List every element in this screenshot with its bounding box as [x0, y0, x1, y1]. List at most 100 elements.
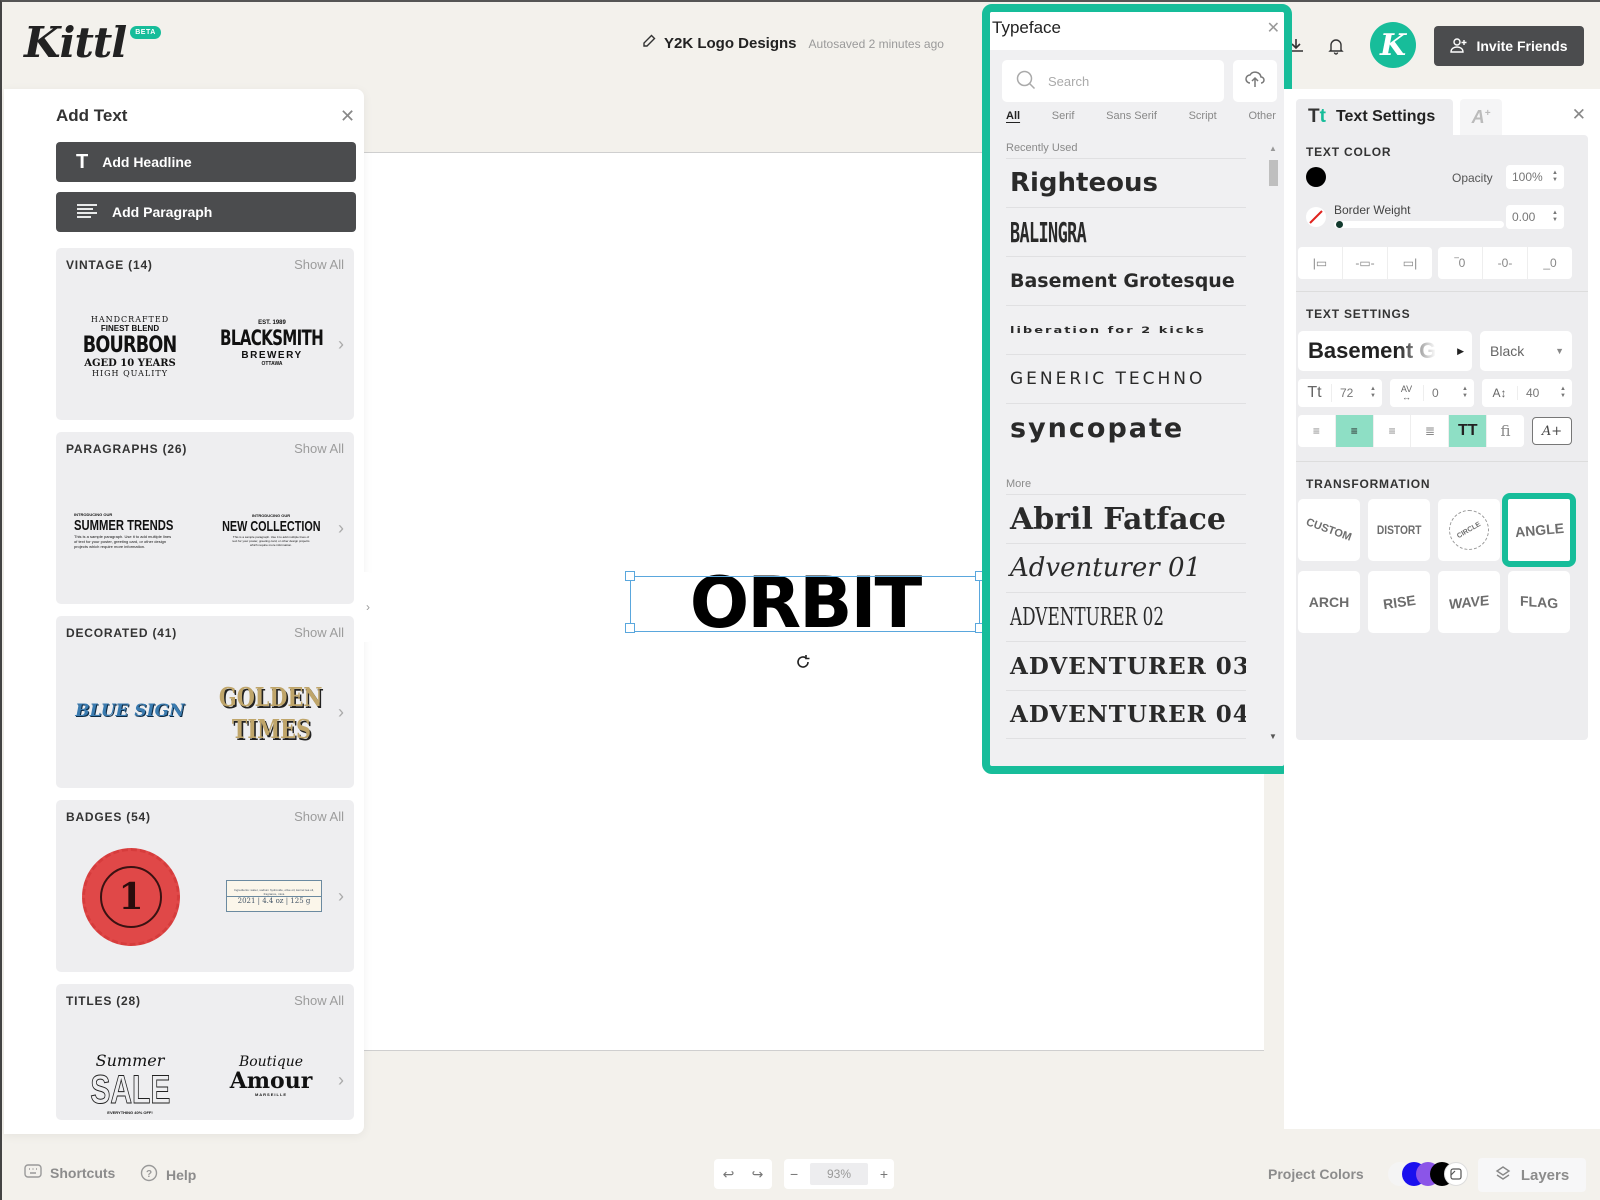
close-icon[interactable]: ✕	[1572, 105, 1586, 125]
transform-custom[interactable]: CUSTOM	[1298, 499, 1360, 561]
align-bottom-icon[interactable]: _0	[1528, 247, 1572, 279]
scrollbar-thumb[interactable]	[1269, 160, 1278, 186]
text-align-center-icon[interactable]: ≡	[1335, 415, 1374, 447]
font-item-syncopate[interactable]: SYNCOPATE	[1006, 403, 1246, 452]
scroll-up-icon[interactable]: ▲	[1269, 144, 1277, 153]
template-thumb-summer-trends[interactable]: INTRODUCING OUR SUMMER TRENDS This is a …	[74, 500, 186, 560]
tab-serif[interactable]: Serif	[1052, 110, 1075, 122]
shortcuts-button[interactable]: Shortcuts	[24, 1164, 115, 1181]
text-justify-icon[interactable]: ≣	[1411, 415, 1450, 447]
template-thumb-label[interactable]: Ingredients: water, sodium hydroxide, ol…	[226, 880, 322, 912]
font-family-selector[interactable]: Basement G ▶	[1298, 331, 1472, 371]
align-center-h-icon[interactable]: -▭-	[1343, 247, 1388, 279]
zoom-in-button[interactable]: +	[880, 1166, 888, 1182]
stepper-icon[interactable]: ▲ ▼	[1370, 386, 1376, 400]
tab-text-effects[interactable]: A+	[1460, 99, 1502, 135]
text-align-left-icon[interactable]: ≡	[1298, 415, 1336, 447]
collapse-panel-tab[interactable]: ›	[357, 572, 379, 642]
ligature-icon[interactable]: ﬁ	[1487, 415, 1524, 447]
tab-all[interactable]: All	[1006, 110, 1020, 122]
font-weight-select[interactable]: Black ▼	[1480, 331, 1572, 371]
chevron-right-icon[interactable]: ›	[338, 1070, 344, 1091]
chevron-right-icon[interactable]: ›	[338, 886, 344, 907]
font-item-abril-fatface[interactable]: Abril Fatface	[1006, 494, 1246, 543]
stepper-icon[interactable]: ▲ ▼	[1462, 386, 1468, 400]
align-right-icon[interactable]: ▭|	[1388, 247, 1432, 279]
close-icon[interactable]: ✕	[1267, 18, 1280, 38]
uppercase-icon[interactable]: TT	[1449, 415, 1488, 447]
font-list-scrollbar[interactable]: ▲ ▼	[1268, 144, 1278, 744]
resize-handle-top-left[interactable]	[625, 571, 635, 581]
chevron-right-icon[interactable]: ›	[338, 518, 344, 539]
project-color-swatches[interactable]	[1388, 1162, 1468, 1186]
tab-other[interactable]: Other	[1248, 110, 1276, 122]
tab-text-settings[interactable]: Tt Text Settings	[1296, 99, 1453, 135]
show-all-link[interactable]: Show All	[294, 809, 344, 824]
template-thumb-summer-sale[interactable]: Summer SALE EVERYTHING 40% OFF!	[78, 1038, 182, 1120]
project-name[interactable]: Y2K Logo Designs	[664, 35, 797, 52]
template-thumb-boutique-amour[interactable]: Boutique Amour MARSEILLE	[216, 1040, 326, 1110]
font-item-balingra[interactable]: BALINGRA	[1006, 207, 1246, 256]
template-thumb-blacksmith[interactable]: EST. 1989 BLACKSMITH BREWERY OTTAWA	[212, 308, 332, 378]
add-font-style-icon[interactable]: A+	[1532, 417, 1572, 445]
opacity-input[interactable]: 100% ▲ ▼	[1506, 165, 1564, 189]
close-icon[interactable]: ✕	[340, 106, 355, 127]
stepper-icon[interactable]: ▲ ▼	[1552, 210, 1558, 224]
font-size-input[interactable]: Tt 72 ▲ ▼	[1298, 379, 1382, 407]
font-item-liberation-for-2-kicks[interactable]: Liberation for 2 Kicks	[1006, 305, 1246, 354]
rotate-handle[interactable]	[788, 647, 818, 677]
stepper-icon[interactable]: ▲ ▼	[1552, 170, 1558, 184]
user-avatar[interactable]: K	[1370, 22, 1416, 68]
text-align-right-icon[interactable]: ≡	[1374, 415, 1412, 447]
show-all-link[interactable]: Show All	[294, 625, 344, 640]
tab-sans-serif[interactable]: Sans Serif	[1106, 110, 1157, 122]
transform-distort[interactable]: DISTORT	[1368, 499, 1430, 561]
bell-icon[interactable]	[1324, 34, 1348, 58]
font-item-adventurer-04[interactable]: ADVENTURER 04	[1006, 690, 1246, 739]
template-thumb-blue-sign[interactable]: BLUE SIGN	[74, 676, 186, 746]
layers-button[interactable]: Layers	[1478, 1158, 1586, 1192]
transform-arch[interactable]: ARCH	[1298, 571, 1360, 633]
font-item-adventurer-02[interactable]: Adventurer 02	[1006, 592, 1246, 641]
pencil-icon[interactable]	[642, 34, 656, 53]
template-thumb-distilling-badge[interactable]: 1	[82, 848, 180, 946]
align-top-icon[interactable]: ‾0	[1438, 247, 1483, 279]
border-weight-slider[interactable]	[1334, 221, 1504, 228]
border-weight-input[interactable]: 0.00 ▲ ▼	[1506, 205, 1564, 229]
chevron-right-icon[interactable]: ›	[338, 702, 344, 723]
transform-rise[interactable]: RISE	[1368, 571, 1430, 633]
font-item-basement-grotesque[interactable]: Basement Grotesque	[1006, 256, 1246, 305]
show-all-link[interactable]: Show All	[294, 993, 344, 1008]
chevron-right-icon[interactable]: ›	[338, 334, 344, 355]
undo-icon[interactable]: ↩	[723, 1166, 735, 1183]
zoom-level-input[interactable]: 93%	[810, 1163, 868, 1185]
align-left-icon[interactable]: |▭	[1298, 247, 1343, 279]
font-item-adventurer-01[interactable]: Adventurer 01	[1006, 543, 1246, 592]
zoom-out-button[interactable]: −	[790, 1166, 798, 1182]
add-headline-button[interactable]: T Add Headline	[56, 142, 356, 182]
show-all-link[interactable]: Show All	[294, 257, 344, 272]
upload-font-button[interactable]	[1233, 60, 1277, 102]
transform-flag[interactable]: FLAG	[1508, 571, 1570, 633]
stepper-icon[interactable]: ▲ ▼	[1560, 386, 1566, 400]
transform-angle[interactable]: ANGLE	[1502, 493, 1576, 567]
kittl-logo[interactable]: Kittl BETA	[24, 18, 161, 68]
line-height-input[interactable]: A↕ 40 ▲ ▼	[1482, 379, 1572, 407]
transform-circle[interactable]: CIRCLE	[1438, 499, 1500, 561]
slider-knob[interactable]	[1336, 221, 1343, 228]
align-middle-icon[interactable]: -0-	[1483, 247, 1528, 279]
help-button[interactable]: ? Help	[140, 1164, 196, 1185]
show-all-link[interactable]: Show All	[294, 441, 344, 456]
template-thumb-bourbon[interactable]: HANDCRAFTED FINEST BLEND BOURBON AGED 10…	[74, 286, 186, 406]
selection-box[interactable]	[630, 576, 980, 632]
border-color-swatch[interactable]	[1306, 207, 1326, 227]
font-item-adventurer-03[interactable]: ADVENTURER 03	[1006, 641, 1246, 690]
scroll-down-icon[interactable]: ▼	[1269, 732, 1277, 741]
add-paragraph-button[interactable]: Add Paragraph	[56, 192, 356, 232]
template-thumb-new-collection[interactable]: INTRODUCING OUR NEW COLLECTION This is a…	[212, 500, 330, 560]
text-color-swatch[interactable]	[1306, 167, 1326, 187]
letter-spacing-input[interactable]: AV ↔ 0 ▲ ▼	[1390, 379, 1474, 407]
font-item-righteous[interactable]: Righteous	[1006, 158, 1246, 207]
template-thumb-golden-times[interactable]: GOLDEN TIMES	[212, 664, 330, 764]
palette-icon[interactable]	[1444, 1162, 1468, 1186]
